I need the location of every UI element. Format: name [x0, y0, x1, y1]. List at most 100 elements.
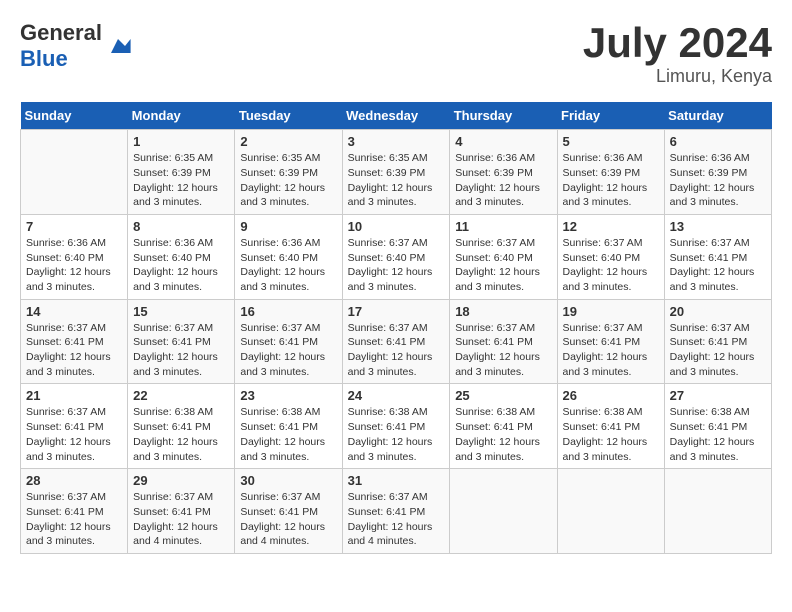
- calendar-week-row: 1Sunrise: 6:35 AMSunset: 6:39 PMDaylight…: [21, 130, 772, 215]
- calendar-day-cell: 20 Sunrise: 6:37 AMSunset: 6:41 PMDayligh…: [664, 299, 771, 384]
- logo-icon: [104, 32, 132, 60]
- day-info: Sunrise: 6:37 AMSunset: 6:41 PMDaylight:…: [26, 405, 122, 464]
- calendar-day-cell: 25Sunrise: 6:38 AMSunset: 6:41 PMDayligh…: [450, 384, 557, 469]
- calendar-day-cell: 3 Sunrise: 6:35 AMSunset: 6:39 PMDaylight…: [342, 130, 450, 215]
- day-number: 20: [670, 304, 766, 319]
- calendar-day-cell: 31 Sunrise: 6:37 AMSunset: 6:41 PMDayligh…: [342, 469, 450, 554]
- calendar-day-cell: [21, 130, 128, 215]
- weekday-header-row: SundayMondayTuesdayWednesdayThursdayFrid…: [21, 102, 772, 130]
- day-number: 5: [563, 134, 659, 149]
- weekday-header: Wednesday: [342, 102, 450, 130]
- calendar-day-cell: 23 Sunrise: 6:38 AMSunset: 6:41 PMDayligh…: [235, 384, 342, 469]
- calendar-day-cell: [557, 469, 664, 554]
- calendar-day-cell: 14 Sunrise: 6:37 AMSunset: 6:41 PMDayligh…: [21, 299, 128, 384]
- day-number: 7: [26, 219, 122, 234]
- day-number: 10: [348, 219, 445, 234]
- calendar-day-cell: 7 Sunrise: 6:36 AMSunset: 6:40 PMDaylight…: [21, 214, 128, 299]
- day-number: 19: [563, 304, 659, 319]
- calendar-day-cell: 22Sunrise: 6:38 AMSunset: 6:41 PMDayligh…: [128, 384, 235, 469]
- day-info: Sunrise: 6:37 AMSunset: 6:41 PMDaylight:…: [670, 236, 766, 295]
- day-info: Sunrise: 6:37 AMSunset: 6:41 PMDaylight:…: [348, 321, 445, 380]
- day-info: Sunrise: 6:37 AMSunset: 6:41 PMDaylight:…: [133, 321, 229, 380]
- day-info: Sunrise: 6:38 AMSunset: 6:41 PMDaylight:…: [455, 405, 551, 464]
- calendar-day-cell: 21 Sunrise: 6:37 AMSunset: 6:41 PMDayligh…: [21, 384, 128, 469]
- calendar-week-row: 28 Sunrise: 6:37 AMSunset: 6:41 PMDayligh…: [21, 469, 772, 554]
- day-info: Sunrise: 6:36 AMSunset: 6:39 PMDaylight:…: [563, 151, 659, 210]
- calendar-day-cell: 6Sunrise: 6:36 AMSunset: 6:39 PMDaylight…: [664, 130, 771, 215]
- day-number: 17: [348, 304, 445, 319]
- logo: General Blue: [20, 20, 132, 72]
- day-info: Sunrise: 6:37 AMSunset: 6:41 PMDaylight:…: [563, 321, 659, 380]
- day-number: 28: [26, 473, 122, 488]
- day-info: Sunrise: 6:37 AMSunset: 6:40 PMDaylight:…: [348, 236, 445, 295]
- day-info: Sunrise: 6:38 AMSunset: 6:41 PMDaylight:…: [348, 405, 445, 464]
- day-info: Sunrise: 6:35 AMSunset: 6:39 PMDaylight:…: [348, 151, 445, 210]
- calendar-day-cell: 1Sunrise: 6:35 AMSunset: 6:39 PMDaylight…: [128, 130, 235, 215]
- calendar-week-row: 21 Sunrise: 6:37 AMSunset: 6:41 PMDayligh…: [21, 384, 772, 469]
- calendar-day-cell: [450, 469, 557, 554]
- day-info: Sunrise: 6:38 AMSunset: 6:41 PMDaylight:…: [670, 405, 766, 464]
- weekday-header: Thursday: [450, 102, 557, 130]
- weekday-header: Sunday: [21, 102, 128, 130]
- calendar-day-cell: 27 Sunrise: 6:38 AMSunset: 6:41 PMDayligh…: [664, 384, 771, 469]
- day-info: Sunrise: 6:35 AMSunset: 6:39 PMDaylight:…: [133, 151, 229, 210]
- calendar-day-cell: [664, 469, 771, 554]
- calendar-day-cell: 9Sunrise: 6:36 AMSunset: 6:40 PMDaylight…: [235, 214, 342, 299]
- day-number: 27: [670, 388, 766, 403]
- day-number: 30: [240, 473, 336, 488]
- weekday-header: Tuesday: [235, 102, 342, 130]
- title-area: July 2024 Limuru, Kenya: [583, 20, 772, 87]
- calendar-day-cell: 17 Sunrise: 6:37 AMSunset: 6:41 PMDayligh…: [342, 299, 450, 384]
- day-number: 8: [133, 219, 229, 234]
- calendar-day-cell: 24 Sunrise: 6:38 AMSunset: 6:41 PMDayligh…: [342, 384, 450, 469]
- day-number: 4: [455, 134, 551, 149]
- day-info: Sunrise: 6:37 AMSunset: 6:41 PMDaylight:…: [455, 321, 551, 380]
- day-info: Sunrise: 6:37 AMSunset: 6:41 PMDaylight:…: [26, 321, 122, 380]
- day-info: Sunrise: 6:37 AMSunset: 6:41 PMDaylight:…: [670, 321, 766, 380]
- day-number: 23: [240, 388, 336, 403]
- day-number: 13: [670, 219, 766, 234]
- calendar-day-cell: 4 Sunrise: 6:36 AMSunset: 6:39 PMDaylight…: [450, 130, 557, 215]
- day-info: Sunrise: 6:37 AMSunset: 6:41 PMDaylight:…: [348, 490, 445, 549]
- logo-text: General Blue: [20, 20, 102, 72]
- weekday-header: Monday: [128, 102, 235, 130]
- day-number: 18: [455, 304, 551, 319]
- day-info: Sunrise: 6:36 AMSunset: 6:39 PMDaylight:…: [455, 151, 551, 210]
- day-number: 15: [133, 304, 229, 319]
- day-number: 3: [348, 134, 445, 149]
- day-number: 21: [26, 388, 122, 403]
- calendar-day-cell: 30 Sunrise: 6:37 AMSunset: 6:41 PMDayligh…: [235, 469, 342, 554]
- calendar-day-cell: 19 Sunrise: 6:37 AMSunset: 6:41 PMDayligh…: [557, 299, 664, 384]
- calendar-day-cell: 13 Sunrise: 6:37 AMSunset: 6:41 PMDayligh…: [664, 214, 771, 299]
- day-number: 14: [26, 304, 122, 319]
- weekday-header: Saturday: [664, 102, 771, 130]
- day-number: 29: [133, 473, 229, 488]
- calendar-table: SundayMondayTuesdayWednesdayThursdayFrid…: [20, 102, 772, 554]
- calendar-day-cell: 28 Sunrise: 6:37 AMSunset: 6:41 PMDayligh…: [21, 469, 128, 554]
- weekday-header: Friday: [557, 102, 664, 130]
- day-number: 22: [133, 388, 229, 403]
- day-number: 16: [240, 304, 336, 319]
- day-info: Sunrise: 6:37 AMSunset: 6:41 PMDaylight:…: [26, 490, 122, 549]
- calendar-day-cell: 11Sunrise: 6:37 AMSunset: 6:40 PMDayligh…: [450, 214, 557, 299]
- day-info: Sunrise: 6:37 AMSunset: 6:41 PMDaylight:…: [240, 321, 336, 380]
- day-info: Sunrise: 6:38 AMSunset: 6:41 PMDaylight:…: [240, 405, 336, 464]
- day-info: Sunrise: 6:36 AMSunset: 6:40 PMDaylight:…: [26, 236, 122, 295]
- location: Limuru, Kenya: [583, 66, 772, 87]
- calendar-day-cell: 2Sunrise: 6:35 AMSunset: 6:39 PMDaylight…: [235, 130, 342, 215]
- calendar-day-cell: 15 Sunrise: 6:37 AMSunset: 6:41 PMDayligh…: [128, 299, 235, 384]
- day-info: Sunrise: 6:37 AMSunset: 6:41 PMDaylight:…: [133, 490, 229, 549]
- day-number: 31: [348, 473, 445, 488]
- month-title: July 2024: [583, 20, 772, 66]
- calendar-day-cell: 12Sunrise: 6:37 AMSunset: 6:40 PMDayligh…: [557, 214, 664, 299]
- day-info: Sunrise: 6:37 AMSunset: 6:41 PMDaylight:…: [240, 490, 336, 549]
- calendar-day-cell: 29 Sunrise: 6:37 AMSunset: 6:41 PMDayligh…: [128, 469, 235, 554]
- calendar-day-cell: 5 Sunrise: 6:36 AMSunset: 6:39 PMDaylight…: [557, 130, 664, 215]
- day-number: 24: [348, 388, 445, 403]
- day-number: 2: [240, 134, 336, 149]
- calendar-day-cell: 10 Sunrise: 6:37 AMSunset: 6:40 PMDayligh…: [342, 214, 450, 299]
- day-number: 11: [455, 219, 551, 234]
- page-header: General Blue July 2024 Limuru, Kenya: [20, 20, 772, 87]
- calendar-week-row: 14 Sunrise: 6:37 AMSunset: 6:41 PMDayligh…: [21, 299, 772, 384]
- calendar-week-row: 7 Sunrise: 6:36 AMSunset: 6:40 PMDaylight…: [21, 214, 772, 299]
